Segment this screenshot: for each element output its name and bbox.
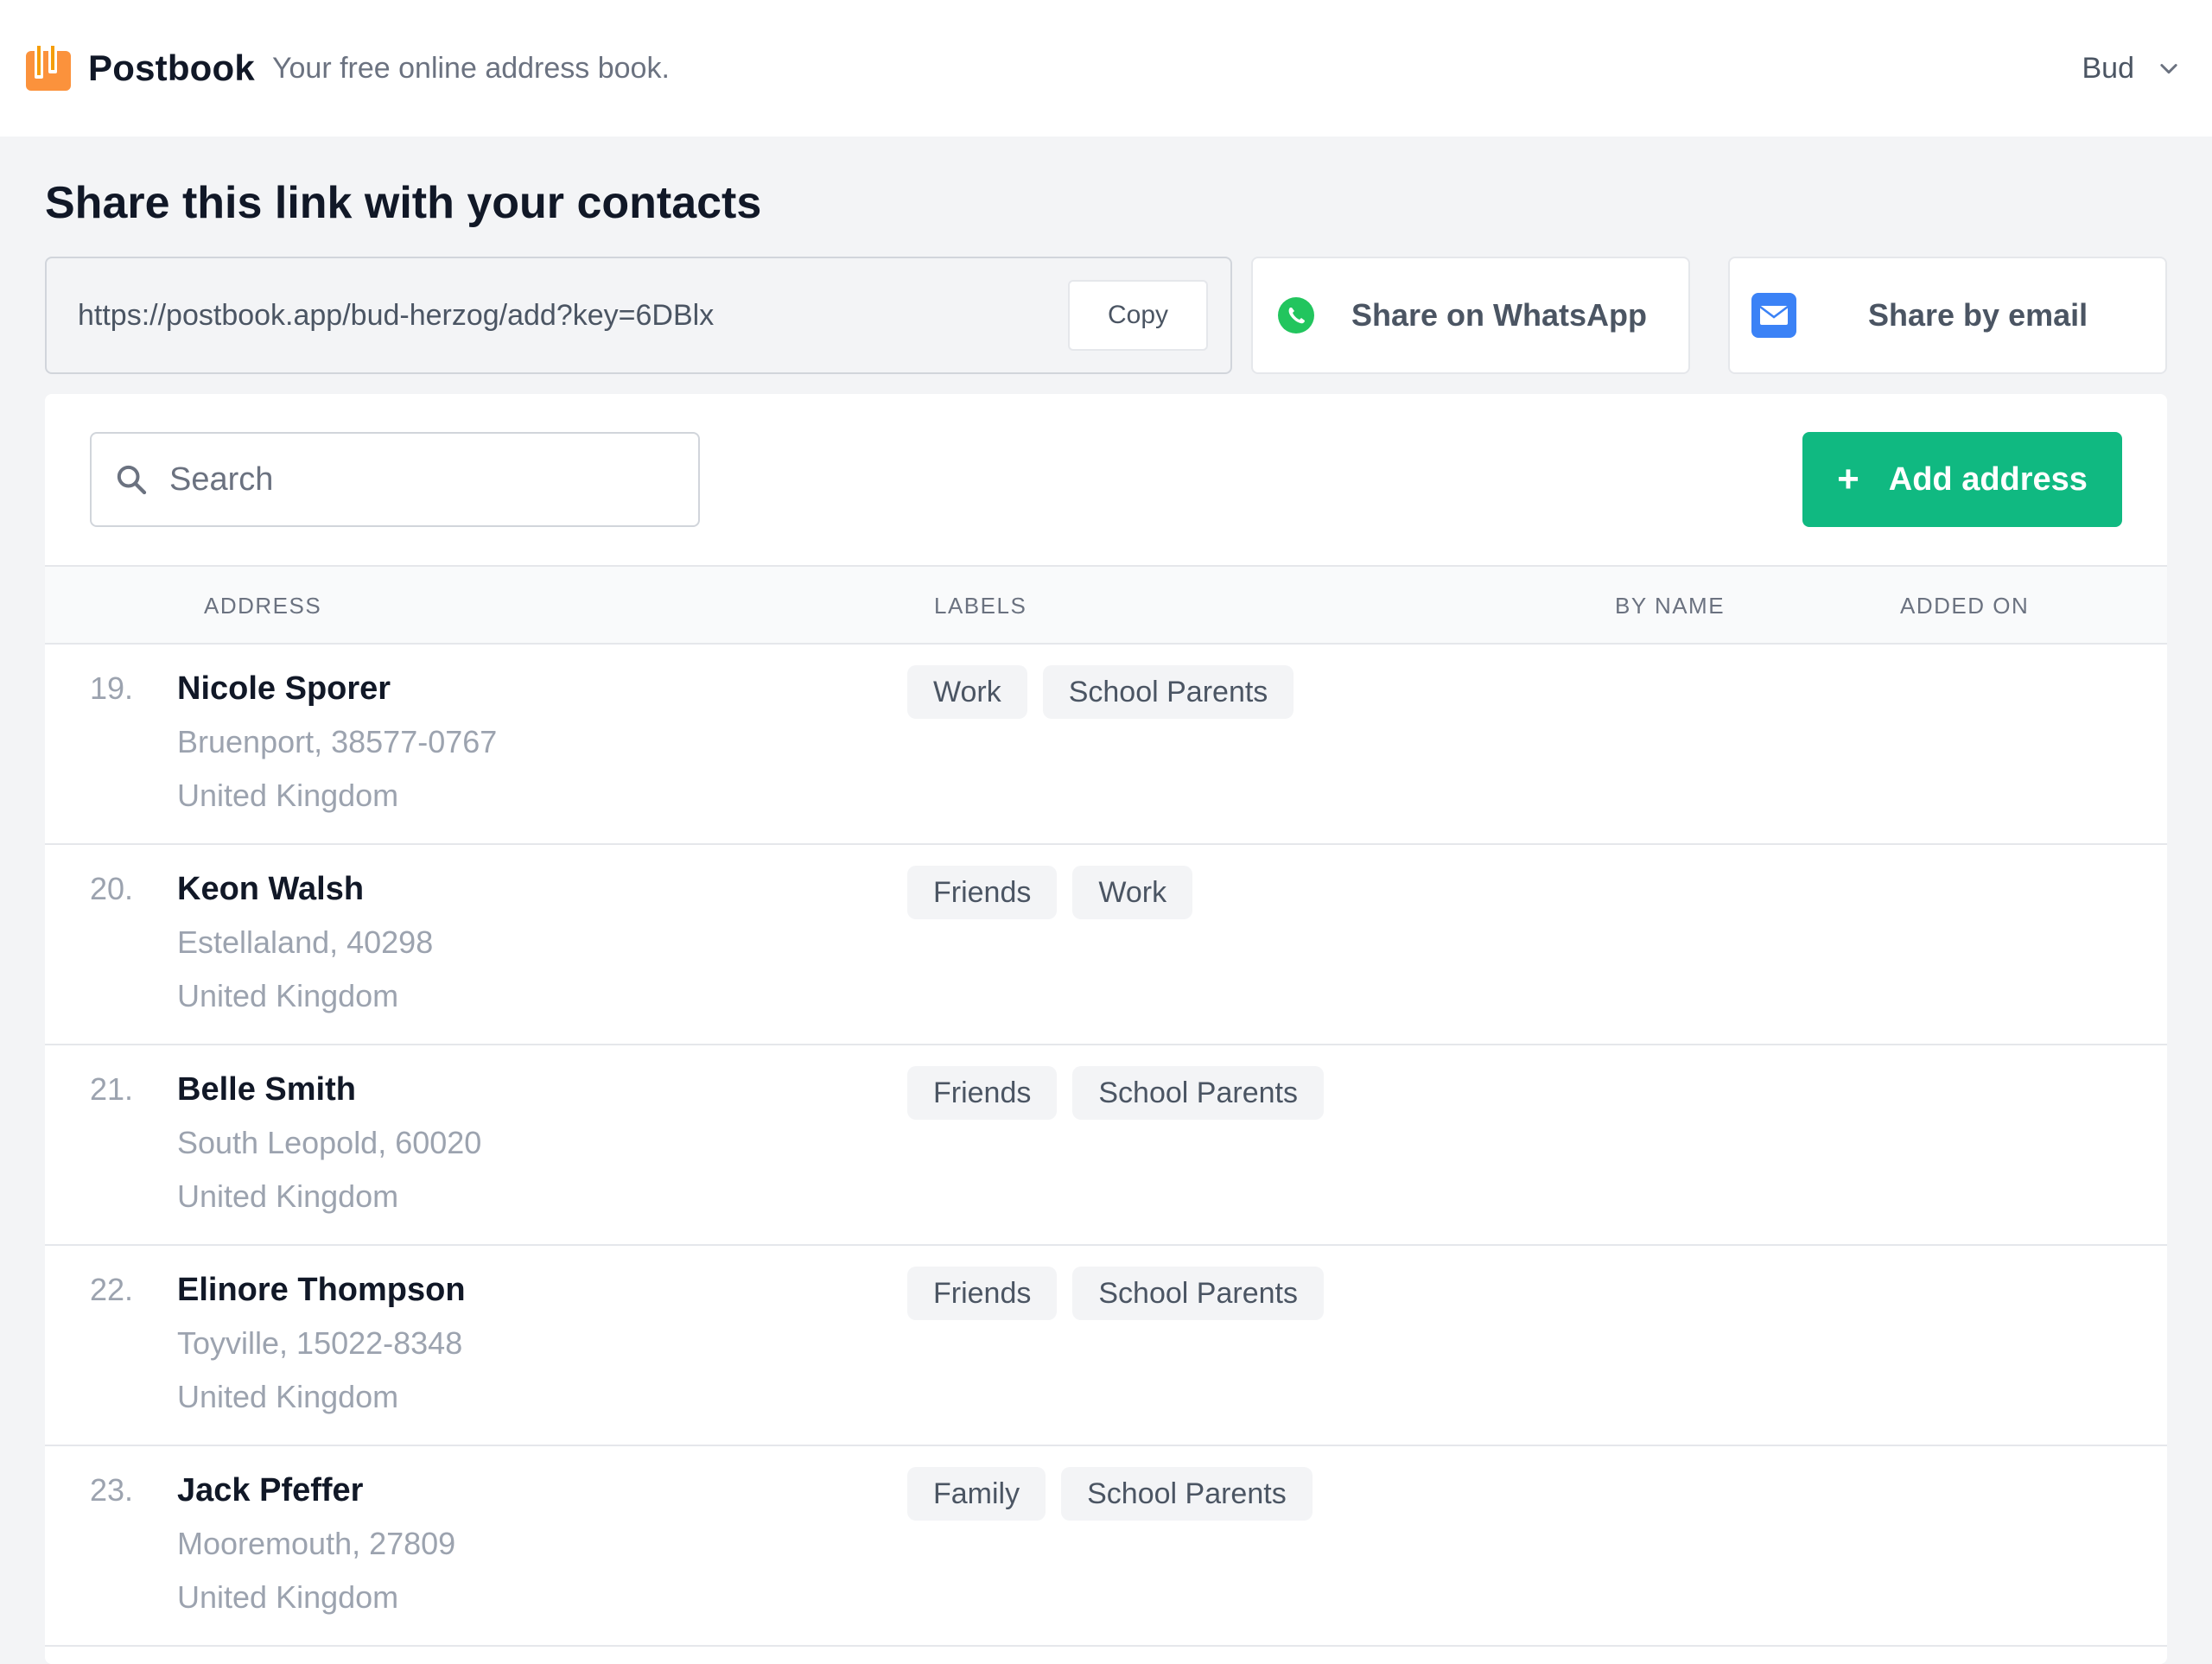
column-by-name[interactable]: BY NAME bbox=[1615, 593, 1725, 619]
add-address-label: Add address bbox=[1888, 460, 2088, 498]
share-link-text[interactable]: https://postbook.app/bud-herzog/add?key=… bbox=[78, 299, 1068, 333]
add-address-button[interactable]: + Add address bbox=[1802, 432, 2122, 527]
copy-button[interactable]: Copy bbox=[1068, 280, 1208, 351]
labels-group: Friends School Parents bbox=[907, 1267, 1324, 1320]
column-added-on[interactable]: ADDED ON bbox=[1900, 593, 2029, 619]
label-badge[interactable]: School Parents bbox=[1072, 1066, 1324, 1120]
share-title: Share this link with your contacts bbox=[45, 178, 762, 228]
labels-group: Family School Parents bbox=[907, 1467, 1313, 1521]
labels-group: Friends School Parents bbox=[907, 1066, 1324, 1120]
address-country: United Kingdom bbox=[177, 1178, 399, 1214]
label-badge[interactable]: Work bbox=[907, 665, 1027, 719]
table-row[interactable]: 19. Nicole Sporer Bruenport, 38577-0767 … bbox=[45, 645, 2167, 845]
row-number: 22. bbox=[90, 1272, 134, 1307]
table-row[interactable]: 20. Keon Walsh Estellaland, 40298 United… bbox=[45, 845, 2167, 1045]
table-header: ADDRESS LABELS BY NAME ADDED ON bbox=[45, 565, 2167, 645]
share-whatsapp-label: Share on WhatsApp bbox=[1351, 297, 1648, 333]
label-badge[interactable]: Friends bbox=[907, 866, 1058, 919]
column-address[interactable]: ADDRESS bbox=[204, 593, 321, 619]
labels-group: Work School Parents bbox=[907, 665, 1294, 719]
contact-name[interactable]: Keon Walsh bbox=[177, 871, 364, 908]
address-city: Bruenport, 38577-0767 bbox=[177, 724, 498, 759]
table-row[interactable]: 21. Belle Smith South Leopold, 60020 Uni… bbox=[45, 1045, 2167, 1246]
label-badge[interactable]: Family bbox=[907, 1467, 1046, 1521]
table-row[interactable]: 22. Elinore Thompson Toyville, 15022-834… bbox=[45, 1246, 2167, 1446]
plus-icon: + bbox=[1837, 458, 1859, 500]
row-number: 19. bbox=[90, 670, 134, 706]
share-link-box[interactable]: https://postbook.app/bud-herzog/add?key=… bbox=[45, 257, 1232, 374]
search-input[interactable] bbox=[169, 460, 653, 499]
address-city: Estellaland, 40298 bbox=[177, 924, 434, 960]
address-city: Mooremouth, 27809 bbox=[177, 1526, 456, 1561]
label-badge[interactable]: Work bbox=[1072, 866, 1193, 919]
address-panel: + Add address ADDRESS LABELS BY NAME ADD… bbox=[45, 394, 2167, 1664]
label-badge[interactable]: Friends bbox=[907, 1066, 1058, 1120]
address-city: South Leopold, 60020 bbox=[177, 1125, 482, 1160]
user-name[interactable]: Bud bbox=[2082, 52, 2135, 86]
whatsapp-icon bbox=[1278, 297, 1314, 333]
column-labels[interactable]: LABELS bbox=[934, 593, 1027, 619]
contact-name[interactable]: Jack Pfeffer bbox=[177, 1472, 363, 1509]
share-whatsapp-button[interactable]: Share on WhatsApp bbox=[1251, 257, 1690, 374]
label-badge[interactable]: School Parents bbox=[1042, 665, 1294, 719]
postbook-logo-icon[interactable] bbox=[24, 42, 73, 94]
top-bar: Postbook Your free online address book. … bbox=[0, 0, 2212, 137]
label-badge[interactable]: School Parents bbox=[1072, 1267, 1324, 1320]
user-menu[interactable]: Bud bbox=[2082, 0, 2182, 137]
row-number: 20. bbox=[90, 871, 134, 906]
contact-name[interactable]: Belle Smith bbox=[177, 1071, 356, 1108]
table-row[interactable]: 23. Jack Pfeffer Mooremouth, 27809 Unite… bbox=[45, 1446, 2167, 1647]
share-email-label: Share by email bbox=[1868, 297, 2088, 333]
address-country: United Kingdom bbox=[177, 778, 399, 813]
address-country: United Kingdom bbox=[177, 978, 399, 1013]
search-box[interactable] bbox=[90, 432, 700, 527]
contact-name[interactable]: Elinore Thompson bbox=[177, 1272, 466, 1309]
email-icon bbox=[1751, 293, 1796, 338]
address-city: Toyville, 15022-8348 bbox=[177, 1325, 463, 1361]
address-country: United Kingdom bbox=[177, 1379, 399, 1414]
label-badge[interactable]: Friends bbox=[907, 1267, 1058, 1320]
address-country: United Kingdom bbox=[177, 1579, 399, 1615]
label-badge[interactable]: School Parents bbox=[1061, 1467, 1313, 1521]
chevron-down-icon[interactable] bbox=[2157, 56, 2181, 80]
row-number: 21. bbox=[90, 1071, 134, 1107]
labels-group: Friends Work bbox=[907, 866, 1193, 919]
tagline: Your free online address book. bbox=[271, 51, 670, 85]
share-email-button[interactable]: Share by email bbox=[1728, 257, 2167, 374]
row-number: 23. bbox=[90, 1472, 134, 1508]
contact-name[interactable]: Nicole Sporer bbox=[177, 670, 391, 708]
search-icon bbox=[117, 465, 147, 495]
brand-name[interactable]: Postbook bbox=[88, 48, 255, 89]
